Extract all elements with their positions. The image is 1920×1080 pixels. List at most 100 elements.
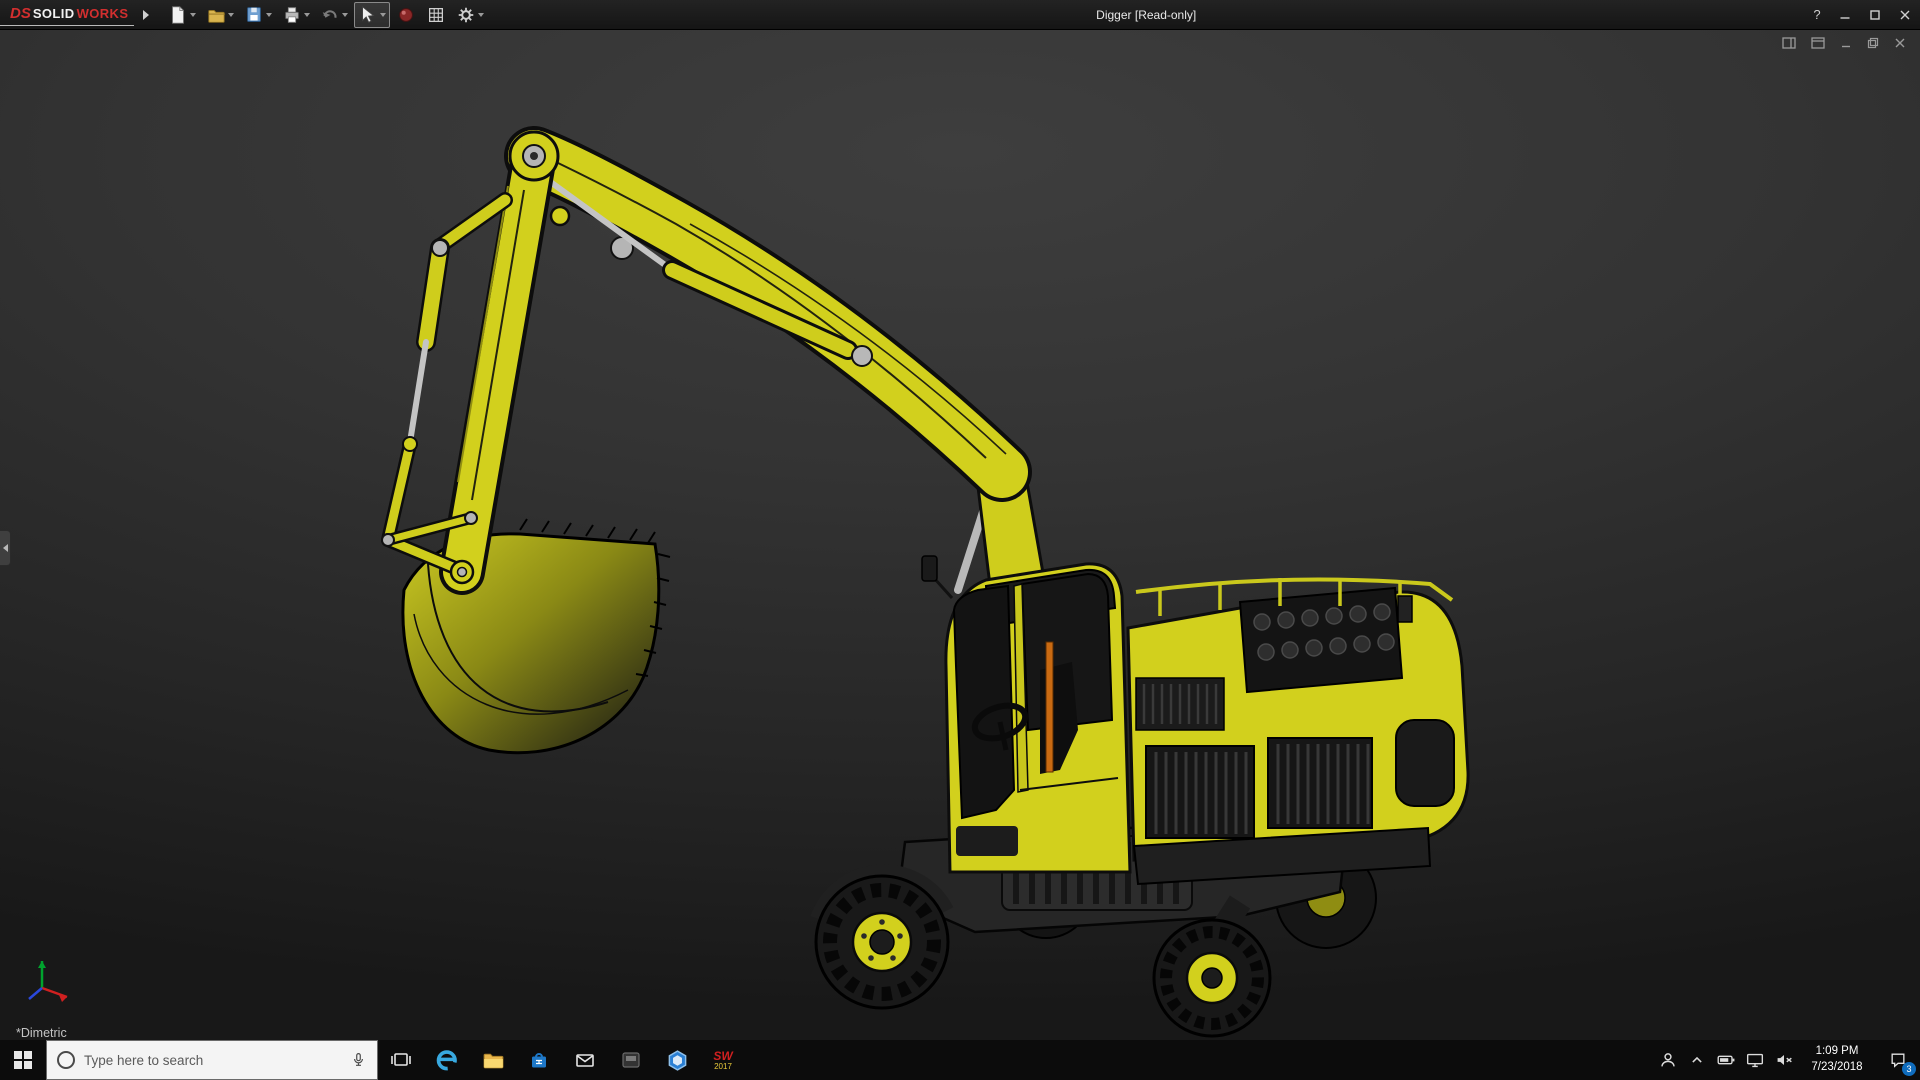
print-icon [285,6,300,23]
graphics-viewport[interactable]: *Dimetric [0,30,1920,1040]
excavator-model[interactable] [0,30,1920,1040]
doc-restore-button[interactable] [1867,37,1879,49]
window-controls: ? [1804,0,1920,29]
search-input[interactable] [84,1052,341,1068]
hexagon-app-button[interactable] [654,1040,700,1080]
appearance-button[interactable] [392,2,420,28]
pane-icon [1782,37,1796,49]
taskbar-clock[interactable]: 1:09 PM 7/23/2018 [1798,1044,1876,1075]
open-button[interactable] [202,2,238,28]
brand-solid: SOLID [32,6,75,21]
doc-minimize-button[interactable] [1840,37,1852,49]
display-options-button[interactable] [422,2,450,28]
maximize-button[interactable] [1860,0,1890,29]
chevron-left-icon [2,544,8,552]
save-floppy-icon [247,6,262,22]
doc-close-button[interactable] [1894,37,1906,49]
edge-icon [436,1050,457,1071]
brand-works: WORKS [76,6,129,21]
select-tool-button[interactable] [354,1,391,28]
solidworks-logo: DS SOLID WORKS [0,3,135,26]
minimize-button[interactable] [1830,0,1860,29]
generic-app-icon [622,1052,640,1068]
pane-toggle-2-button[interactable] [1811,37,1825,49]
system-tray: 1:09 PM 7/23/2018 3 [1653,1040,1920,1080]
generic-app-button[interactable] [608,1040,654,1080]
pane-toggle-button[interactable] [1782,37,1796,49]
maximize-icon [1870,9,1880,20]
undo-button[interactable] [316,2,352,28]
people-icon [1660,1053,1675,1067]
edge-browser-button[interactable] [424,1040,470,1080]
front-wheel [810,864,954,1010]
orientation-triad [28,961,68,1002]
action-center-button[interactable]: 3 [1876,1040,1920,1080]
new-document-button[interactable] [164,2,200,28]
restore-icon [1867,37,1879,49]
menu-flyout-button[interactable] [138,4,154,26]
document-window-controls [1782,37,1906,49]
help-button[interactable]: ? [1804,7,1830,22]
solidworks-app-button[interactable]: SW 2017 [700,1040,746,1080]
hexagon-app-icon [668,1049,686,1071]
solidworks-window: DS SOLID WORKS Digger [Read-only] ? *Dim… [0,0,1920,1080]
close-button[interactable] [1890,0,1920,29]
solidworks-2017-icon: SW 2017 [713,1048,733,1071]
file-explorer-button[interactable] [470,1040,516,1080]
engine-housing [1126,577,1470,886]
network-button[interactable] [1740,1040,1769,1080]
notification-badge: 3 [1902,1062,1916,1076]
new-document-icon [172,5,185,24]
people-button[interactable] [1653,1040,1682,1080]
dropdown-caret-icon [380,12,387,17]
document-title: Digger [Read-only] [1096,7,1197,22]
store-bag-icon [532,1053,546,1068]
windows-taskbar: SW 2017 [0,1040,1920,1080]
volume-muted-icon [1777,1054,1792,1066]
task-view-button[interactable] [378,1040,424,1080]
save-button[interactable] [240,2,276,28]
rear-wheel [1152,918,1272,1038]
cab [921,555,1132,874]
dropdown-caret-icon [266,12,273,17]
dropdown-caret-icon [228,12,235,17]
cortana-icon [57,1051,75,1069]
print-button[interactable] [278,2,314,28]
dropdown-caret-icon [478,12,485,17]
titlebar: DS SOLID WORKS Digger [Read-only] ? [0,0,1920,30]
flyout-arrow-icon [143,9,150,20]
view-orientation-label: *Dimetric [16,1026,67,1040]
store-button[interactable] [516,1040,562,1080]
quick-toolbar [164,1,488,28]
panel-collapse-tab[interactable] [0,530,11,566]
clock-time: 1:09 PM [1815,1045,1859,1058]
close-icon [1900,10,1910,19]
battery-icon [1717,1055,1734,1065]
mail-button[interactable] [562,1040,608,1080]
dropdown-caret-icon [190,12,197,17]
close-icon [1895,38,1905,48]
gear-icon [459,7,474,22]
ds-logo: DS [10,5,31,22]
undo-icon [323,9,337,18]
dropdown-caret-icon [304,12,311,17]
folder-icon [483,1053,503,1068]
hidden-icons-button[interactable] [1682,1040,1711,1080]
appearance-sphere-icon [399,7,414,22]
windows-logo-icon [14,1051,32,1069]
start-button[interactable] [0,1040,46,1080]
minimize-icon [1840,16,1850,19]
microphone-icon [354,1053,363,1066]
volume-button[interactable] [1769,1040,1798,1080]
chevron-up-icon [1691,1056,1702,1063]
task-view-icon [391,1053,411,1066]
network-icon [1746,1053,1763,1068]
battery-button[interactable] [1711,1040,1740,1080]
settings-button[interactable] [452,2,488,28]
dropdown-caret-icon [342,12,349,17]
select-cursor-icon [362,5,376,23]
pane-icon [1811,37,1825,49]
mail-envelope-icon [576,1054,594,1067]
clock-date: 7/23/2018 [1811,1061,1863,1073]
taskbar-search[interactable] [46,1040,378,1080]
